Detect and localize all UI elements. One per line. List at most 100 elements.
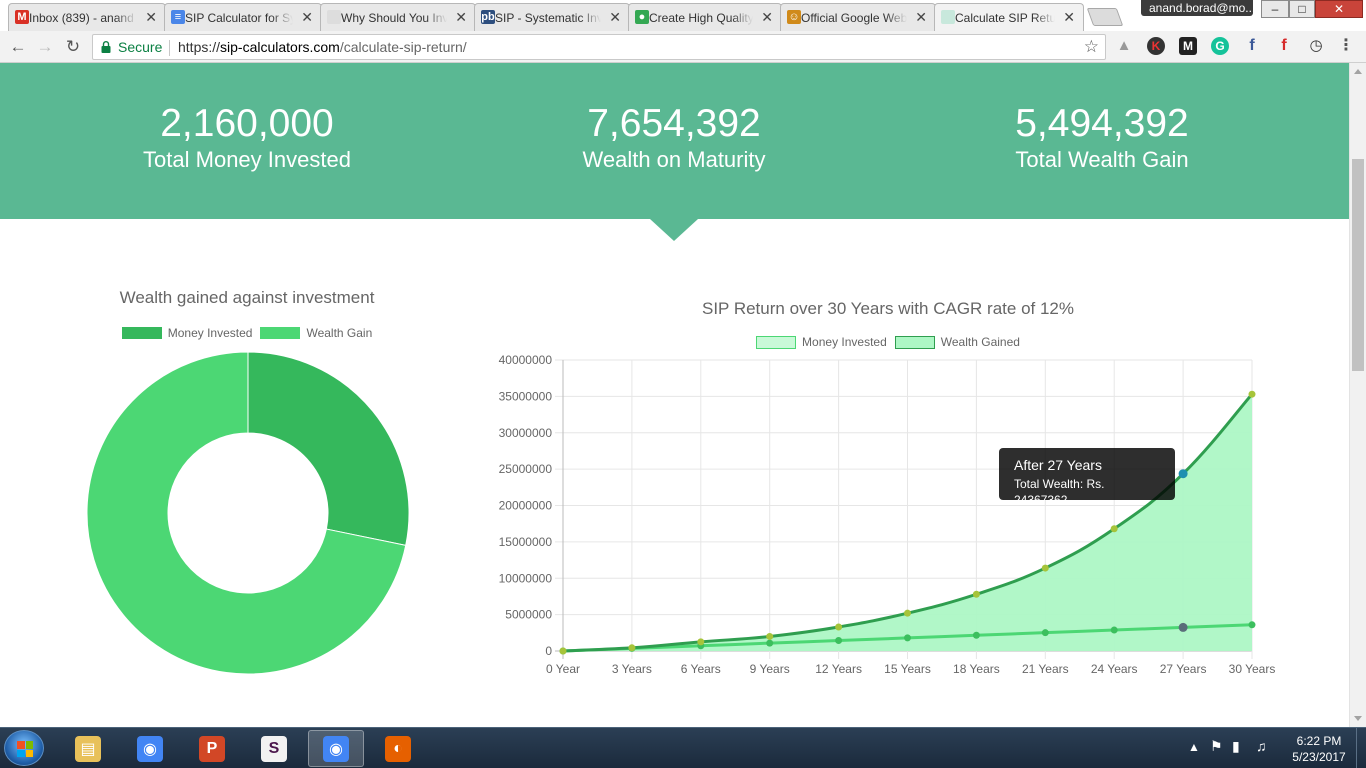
tab-title: Official Google Web [801, 10, 907, 25]
stat-wealth-gain: 5,494,392 Total Wealth Gain [952, 101, 1252, 173]
bookmark-star-icon[interactable]: ☆ [1084, 35, 1099, 59]
x-tick-label: 21 Years [1022, 662, 1069, 676]
legend-label: Wealth Gain [306, 326, 373, 340]
x-tick-label: 0 Year [546, 662, 580, 676]
menu-icon[interactable]: ⋮ [1337, 37, 1355, 55]
data-point-wealth-gained [835, 623, 843, 631]
data-point-money-invested [1248, 621, 1256, 629]
tab-close-icon[interactable]: ✕ [301, 9, 313, 25]
signal-icon[interactable]: ▮ [1232, 738, 1240, 755]
data-point-wealth-gained [972, 590, 980, 598]
stat-label: Total Money Invested [143, 147, 351, 172]
clock[interactable]: 6:22 PM 5/23/2017 [1286, 733, 1352, 765]
speed-icon[interactable]: ◷ [1307, 37, 1325, 55]
legend-item[interactable]: Money Invested [756, 335, 887, 349]
taskbar-app-button[interactable]: P [184, 730, 240, 767]
page-content: 2,160,000 Total Money Invested 7,654,392… [0, 63, 1349, 727]
browser-tab[interactable]: pb SIP - Systematic Inv ✕ [474, 3, 630, 31]
grammarly-icon[interactable]: G [1211, 37, 1229, 55]
data-point-wealth-gained [1178, 469, 1188, 479]
browser-tab[interactable]: ☺ Official Google Web ✕ [780, 3, 936, 31]
line-chart-title: SIP Return over 30 Years with CAGR rate … [702, 299, 1074, 318]
drive-extension-icon[interactable]: ▲ [1115, 37, 1133, 55]
scroll-down-icon[interactable] [1354, 716, 1362, 721]
tab-title: Create High Quality [649, 10, 753, 25]
powerpoint-icon: P [199, 735, 225, 762]
tab-close-icon[interactable]: ✕ [761, 9, 773, 25]
flipboard-icon[interactable]: f [1275, 37, 1293, 55]
clock-time: 6:22 PM [1296, 734, 1342, 748]
volume-icon[interactable]: ♫ [1256, 738, 1267, 754]
browser-tab[interactable]: M Inbox (839) - anand ✕ [8, 3, 166, 31]
taskbar-app-button[interactable]: S [246, 730, 302, 767]
browser-tab[interactable]: Calculate SIP Return ✕ [934, 3, 1084, 31]
windows-taskbar: ▤ ◉ P S ◉ ◐ ▲ ⚑ ▮ ♫ 6:22 PM 5/23/2017 [0, 727, 1366, 768]
m-extension-icon[interactable]: M [1179, 37, 1197, 55]
y-tick-label: 15000000 [499, 535, 553, 549]
scrollbar-thumb[interactable] [1352, 159, 1364, 371]
stat-money-invested: 2,160,000 Total Money Invested [97, 101, 397, 173]
legend-item[interactable]: Wealth Gained [894, 335, 1020, 349]
donut-slice [247, 351, 410, 546]
x-tick-label: 27 Years [1160, 662, 1207, 676]
browser-tab[interactable]: ● Create High Quality ✕ [628, 3, 782, 31]
profile-button[interactable]: anand.borad@mo... [1141, 0, 1253, 16]
start-button[interactable] [4, 730, 44, 766]
data-point-money-invested [904, 634, 911, 642]
url-host: sip-calculators.com [220, 39, 340, 55]
legend-swatch [894, 335, 935, 349]
maximize-button[interactable]: □ [1289, 0, 1315, 18]
tab-close-icon[interactable]: ✕ [609, 9, 621, 25]
minimize-button[interactable]: – [1261, 0, 1289, 18]
data-point-money-invested [766, 639, 774, 647]
legend-item[interactable]: Wealth Gain [260, 326, 372, 340]
tray-expand-icon[interactable]: ▲ [1188, 740, 1200, 754]
data-point-wealth-gained [559, 647, 567, 655]
clock-date: 5/23/2017 [1292, 750, 1346, 764]
x-tick-label: 15 Years [884, 662, 931, 676]
browser-tab[interactable]: ≡ SIP Calculator for Sy ✕ [164, 3, 322, 31]
taskbar-app-button[interactable]: ▤ [60, 730, 116, 767]
taskbar-app-button[interactable]: ◐ [370, 730, 426, 767]
donut-chart-title: Wealth gained against investment [119, 288, 375, 307]
tab-strip: M Inbox (839) - anand ✕ ≡ SIP Calculator for… [0, 0, 1366, 31]
banner-pointer [650, 219, 698, 241]
windows-logo-icon [17, 741, 33, 757]
show-desktop-button[interactable] [1356, 728, 1366, 768]
y-tick-label: 0 [545, 644, 552, 658]
slack-icon: S [261, 735, 287, 762]
browser-tab[interactable]: Why Should You Inv ✕ [320, 3, 476, 31]
network-error-icon[interactable]: ⚑ [1210, 738, 1223, 755]
stat-value: 5,494,392 [1015, 102, 1189, 145]
data-point-wealth-gained [697, 638, 705, 646]
taskbar-app-button[interactable]: ◉ [308, 730, 364, 767]
stat-wealth-maturity: 7,654,392 Wealth on Maturity [524, 101, 824, 173]
scroll-up-icon[interactable] [1354, 69, 1362, 74]
tab-close-icon[interactable]: ✕ [915, 9, 927, 25]
new-tab-button[interactable] [1086, 8, 1124, 26]
data-point-wealth-gained [1248, 390, 1256, 398]
vertical-scrollbar[interactable] [1349, 63, 1366, 727]
reload-icon[interactable]: ↻ [63, 37, 83, 57]
chart-tooltip: After 27 Years Total Wealth: Rs. 2436736… [999, 448, 1175, 507]
browser-toolbar: ← → ↻ Secure https://sip-calculators.com… [0, 31, 1366, 63]
taskbar-app-button[interactable]: ◉ [122, 730, 178, 767]
tab-title: SIP Calculator for Sy [185, 10, 293, 25]
tab-title: Why Should You Inv [341, 10, 447, 25]
facebook-icon[interactable]: f [1243, 37, 1261, 55]
forward-icon[interactable]: → [35, 37, 55, 57]
legend-swatch [121, 327, 162, 339]
x-tick-label: 9 Years [750, 662, 790, 676]
k-extension-icon[interactable]: K [1147, 37, 1165, 55]
tab-close-icon[interactable]: ✕ [145, 9, 157, 25]
data-point-money-invested [1178, 622, 1188, 632]
back-icon[interactable]: ← [8, 37, 28, 57]
page-icon [327, 10, 341, 24]
tab-close-icon[interactable]: ✕ [1063, 9, 1075, 25]
address-bar[interactable]: Secure https://sip-calculators.com/calcu… [92, 34, 1106, 60]
legend-item[interactable]: Money Invested [121, 326, 252, 340]
window-close-button[interactable]: ✕ [1315, 0, 1363, 18]
tab-close-icon[interactable]: ✕ [455, 9, 467, 25]
gmail-icon: M [15, 10, 29, 24]
chrome-profile-icon: ◉ [323, 735, 349, 762]
